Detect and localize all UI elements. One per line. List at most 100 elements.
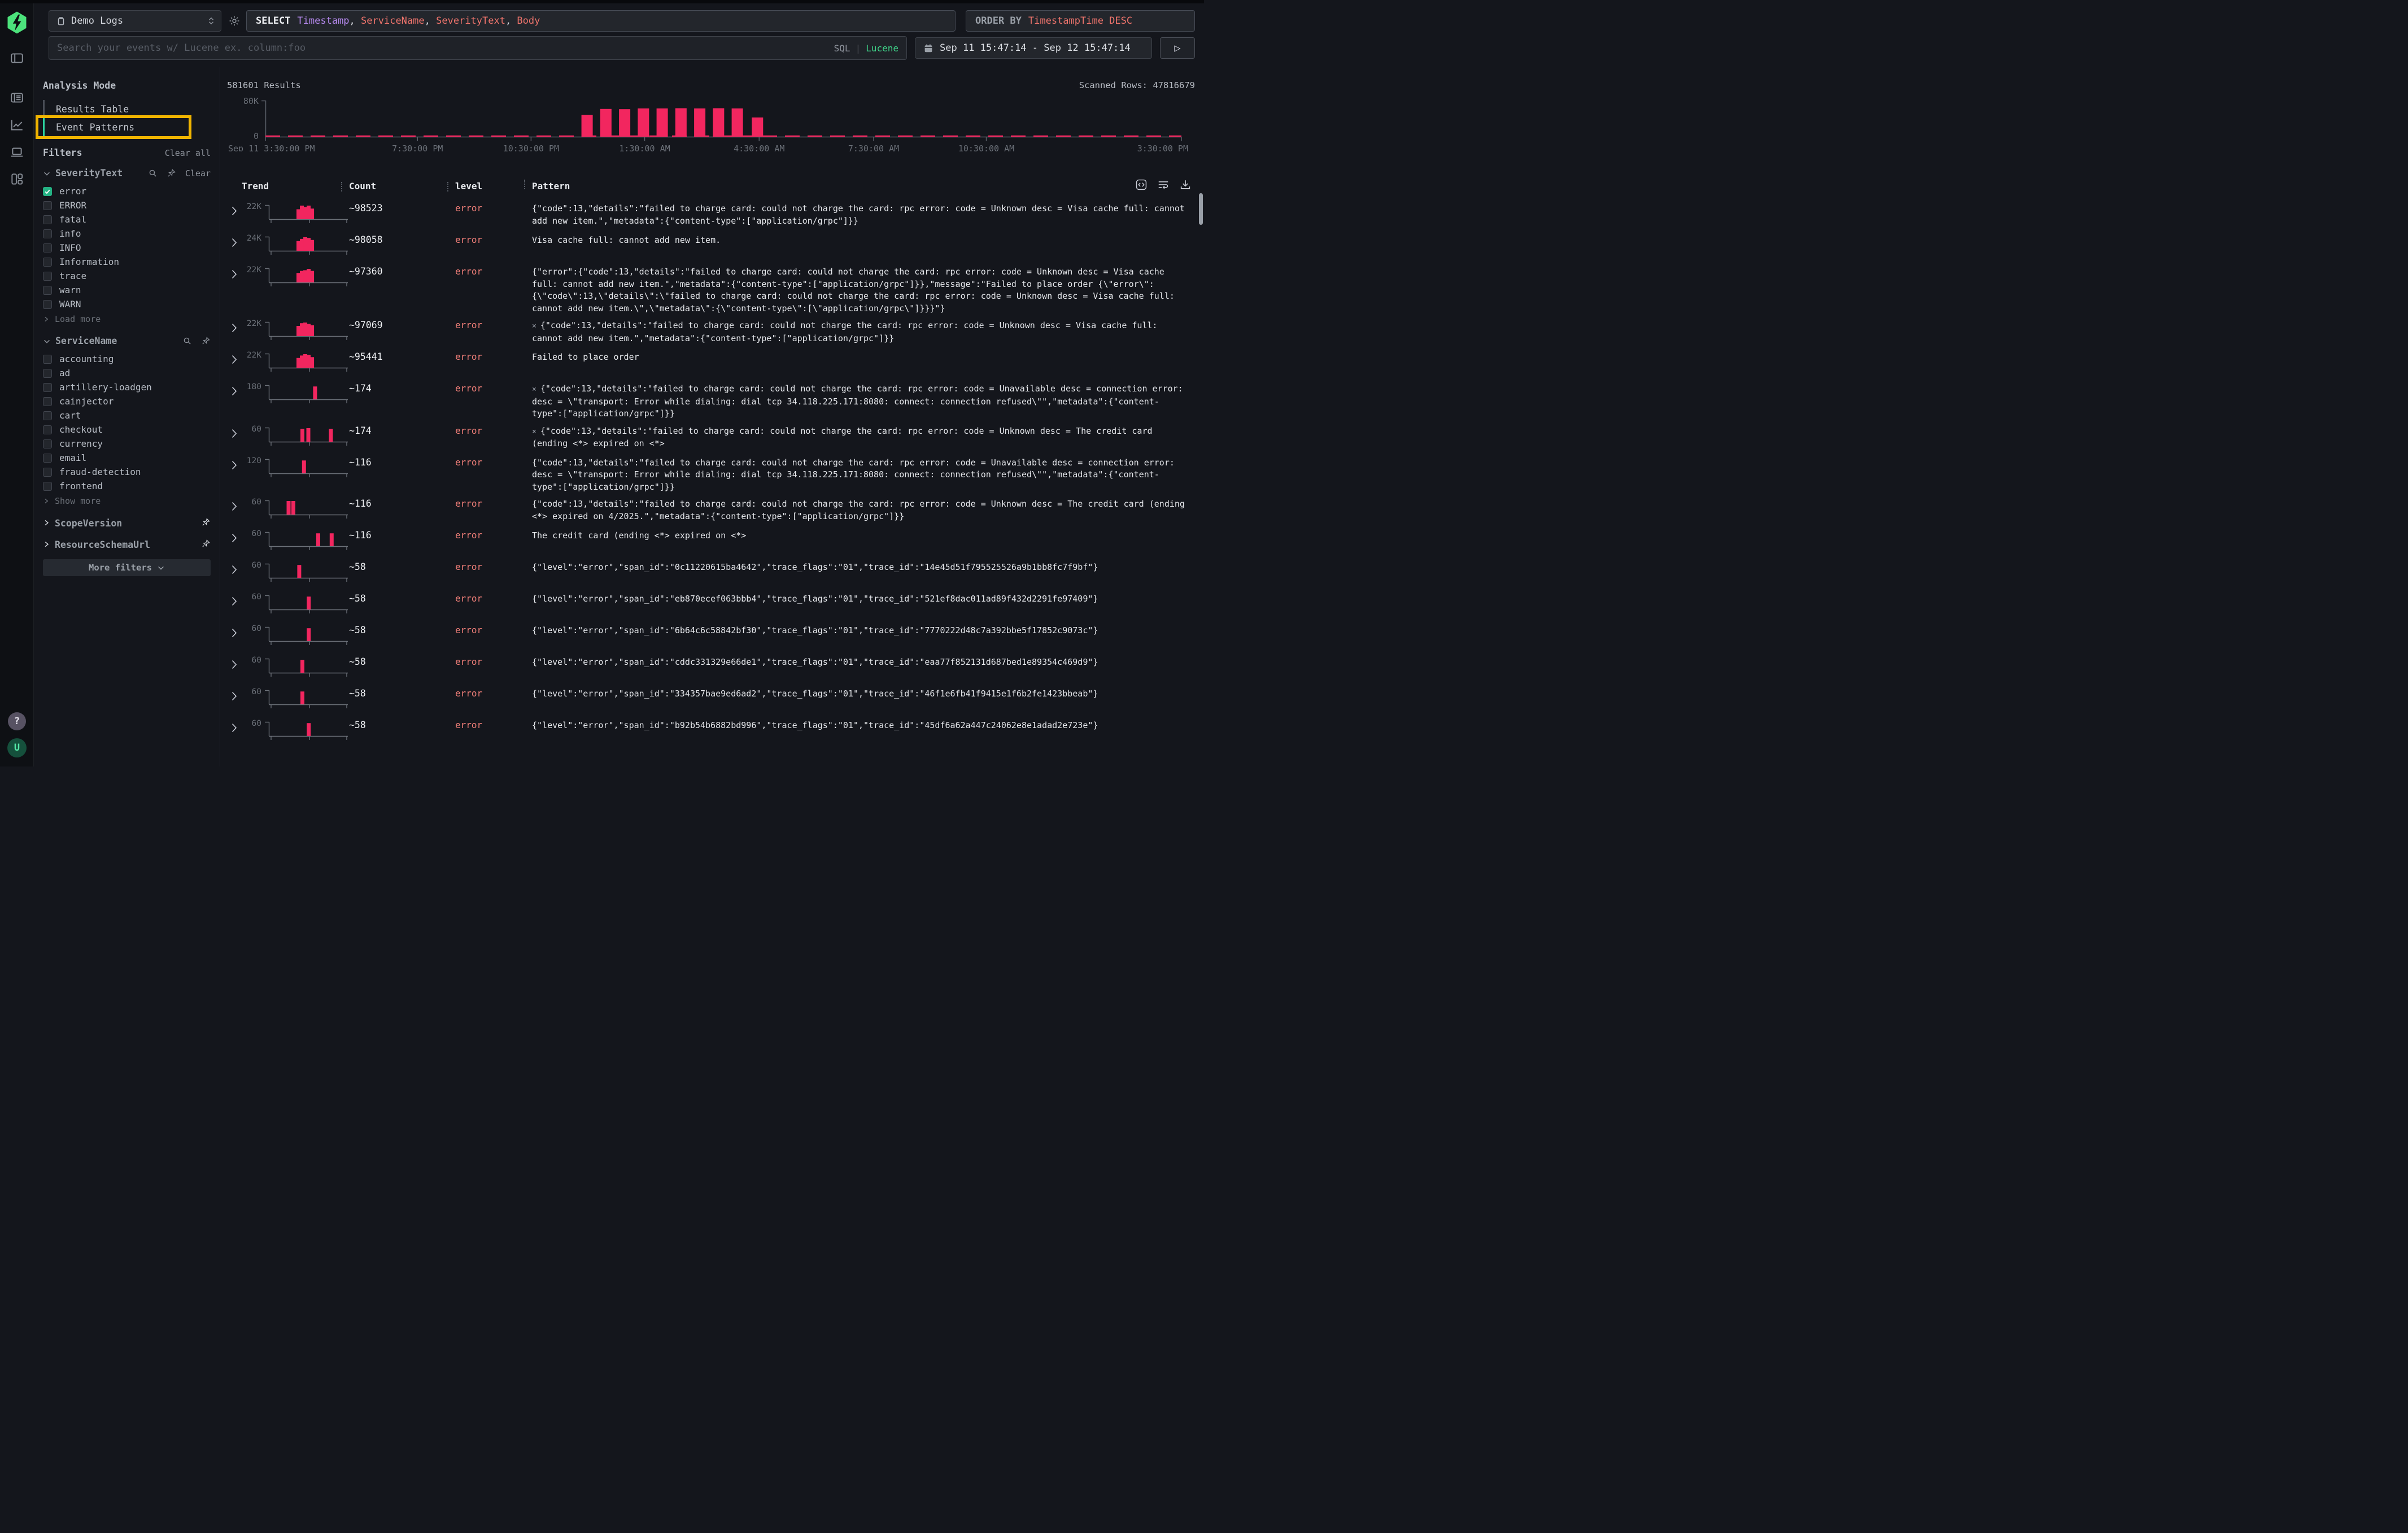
expand-row-chevron-icon[interactable]: [227, 206, 244, 216]
severity-checkbox[interactable]: [43, 229, 52, 238]
table-row[interactable]: 60~116errorThe credit card (ending <*> e…: [227, 525, 1195, 556]
pattern-text[interactable]: {"code":13,"details":"failed to charge c…: [532, 203, 1195, 227]
table-row[interactable]: 120~116error{"code":13,"details":"failed…: [227, 452, 1195, 494]
expand-row-chevron-icon[interactable]: [227, 238, 244, 247]
pattern-text[interactable]: Failed to place order: [532, 351, 1195, 364]
pattern-text[interactable]: {"error":{"code":13,"details":"failed to…: [532, 266, 1195, 315]
filter-option-info[interactable]: info: [43, 227, 211, 241]
source-settings-button[interactable]: [228, 15, 241, 27]
service-checkbox[interactable]: [43, 411, 52, 420]
service-checkbox[interactable]: [43, 383, 52, 392]
service-checkbox[interactable]: [43, 482, 52, 491]
expand-row-chevron-icon[interactable]: [227, 460, 244, 470]
table-row[interactable]: 22K~97069error×{"code":13,"details":"fai…: [227, 315, 1195, 346]
app-logo-icon[interactable]: [7, 11, 27, 36]
filter-option-ad[interactable]: ad: [43, 366, 211, 380]
pattern-text[interactable]: {"level":"error","span_id":"6b64c6c58842…: [532, 625, 1195, 637]
pin-icon[interactable]: [167, 168, 176, 178]
filter-option-ERROR[interactable]: ERROR: [43, 198, 211, 212]
expand-row-chevron-icon[interactable]: [227, 502, 244, 511]
column-header-trend[interactable]: Trend: [242, 181, 349, 191]
search-icon[interactable]: [148, 168, 158, 178]
mode-toggle-lucene[interactable]: Lucene: [866, 43, 898, 54]
severity-group-header[interactable]: SeverityText Clear: [43, 168, 211, 178]
mode-toggle-sql[interactable]: SQL: [834, 43, 850, 54]
events-histogram[interactable]: 80K0Sep 11 3:30:00 PM7:30:00 PM10:30:00 …: [227, 95, 1195, 154]
column-header-level[interactable]: level: [455, 181, 532, 191]
service-checkbox[interactable]: [43, 425, 52, 434]
pin-icon[interactable]: [201, 336, 211, 346]
severity-checkbox[interactable]: [43, 187, 52, 196]
client-sessions-icon[interactable]: [10, 145, 24, 159]
pattern-text[interactable]: {"code":13,"details":"failed to charge c…: [532, 457, 1195, 494]
filter-option-cart[interactable]: cart: [43, 408, 211, 423]
filter-option-currency[interactable]: currency: [43, 437, 211, 451]
sql-select-editor[interactable]: SELECT Timestamp, ServiceName, SeverityT…: [246, 10, 956, 32]
column-header-count[interactable]: Count: [349, 181, 455, 191]
view-code-icon[interactable]: [1135, 178, 1148, 193]
severity-checkbox[interactable]: [43, 272, 52, 281]
pin-icon[interactable]: [201, 517, 211, 529]
service-checkbox[interactable]: [43, 397, 52, 406]
pattern-text[interactable]: {"level":"error","span_id":"eb870ecef063…: [532, 593, 1195, 606]
severity-checkbox[interactable]: [43, 215, 52, 224]
severity-checkbox[interactable]: [43, 201, 52, 210]
severity-checkbox[interactable]: [43, 286, 52, 295]
filter-option-INFO[interactable]: INFO: [43, 241, 211, 255]
run-query-button[interactable]: ▷: [1160, 37, 1195, 59]
service-checkbox[interactable]: [43, 439, 52, 448]
table-row[interactable]: 60~174error×{"code":13,"details":"failed…: [227, 420, 1195, 452]
dashboards-icon[interactable]: [10, 172, 24, 186]
expand-row-chevron-icon[interactable]: [227, 355, 244, 364]
expand-row-chevron-icon[interactable]: [227, 429, 244, 438]
filter-option-WARN[interactable]: WARN: [43, 297, 211, 311]
pattern-text[interactable]: {"level":"error","span_id":"cddc331329e6…: [532, 656, 1195, 669]
table-row[interactable]: 60~58error{"level":"error","span_id":"6b…: [227, 620, 1195, 651]
resourceschemaurl-group-header[interactable]: ResourceSchemaUrl: [43, 539, 211, 551]
filter-option-cainjector[interactable]: cainjector: [43, 394, 211, 408]
expand-row-chevron-icon[interactable]: [227, 660, 244, 669]
help-button[interactable]: ?: [8, 712, 26, 730]
pattern-text[interactable]: Visa cache full: cannot add new item.: [532, 234, 1195, 247]
table-scrollbar-thumb[interactable]: [1199, 193, 1203, 225]
severity-load-more[interactable]: Load more: [43, 312, 211, 326]
expand-row-chevron-icon[interactable]: [227, 596, 244, 606]
more-filters-button[interactable]: More filters: [43, 559, 211, 576]
table-row[interactable]: 22K~98523error{"code":13,"details":"fail…: [227, 198, 1195, 229]
filter-option-accounting[interactable]: accounting: [43, 352, 211, 366]
table-row[interactable]: 60~58error{"level":"error","span_id":"b9…: [227, 715, 1195, 746]
sidebar-item-results-table[interactable]: Results Table: [43, 100, 211, 118]
service-checkbox[interactable]: [43, 468, 52, 477]
filter-option-fatal[interactable]: fatal: [43, 212, 211, 227]
severity-checkbox[interactable]: [43, 258, 52, 267]
table-row[interactable]: 22K~95441errorFailed to place order: [227, 346, 1195, 378]
order-by-editor[interactable]: ORDER BY TimestampTime DESC: [966, 10, 1195, 32]
service-group-header[interactable]: ServiceName: [43, 336, 211, 346]
pattern-text[interactable]: {"level":"error","span_id":"0c11220615ba…: [532, 561, 1195, 574]
filter-option-error[interactable]: error: [43, 184, 211, 198]
clear-all-link[interactable]: Clear all: [165, 148, 211, 158]
download-icon[interactable]: [1179, 178, 1192, 193]
expand-row-chevron-icon[interactable]: [227, 691, 244, 701]
pin-icon[interactable]: [201, 539, 211, 551]
service-show-more[interactable]: Show more: [43, 494, 211, 508]
table-row[interactable]: 60~116error{"code":13,"details":"failed …: [227, 493, 1195, 525]
service-checkbox[interactable]: [43, 454, 52, 463]
expand-row-chevron-icon[interactable]: [227, 269, 244, 279]
chart-explorer-icon[interactable]: [10, 117, 24, 132]
table-row[interactable]: 24K~98058errorVisa cache full: cannot ad…: [227, 229, 1195, 261]
date-range-picker[interactable]: Sep 11 15:47:14 - Sep 12 15:47:14: [915, 37, 1152, 59]
expand-row-chevron-icon[interactable]: [227, 628, 244, 638]
filter-option-warn[interactable]: warn: [43, 283, 211, 297]
filter-option-fraud-detection[interactable]: fraud-detection: [43, 465, 211, 479]
severity-checkbox[interactable]: [43, 300, 52, 309]
scopeversion-group-header[interactable]: ScopeVersion: [43, 517, 211, 529]
source-select[interactable]: Demo Logs: [49, 10, 221, 32]
pattern-text[interactable]: The credit card (ending <*> expired on <…: [532, 530, 1195, 542]
pattern-text[interactable]: {"level":"error","span_id":"334357bae9ed…: [532, 688, 1195, 700]
table-row[interactable]: 60~58error{"level":"error","span_id":"0c…: [227, 556, 1195, 588]
filter-option-checkout[interactable]: checkout: [43, 423, 211, 437]
severity-clear-link[interactable]: Clear: [185, 168, 211, 178]
expand-row-chevron-icon[interactable]: [227, 386, 244, 396]
sidebar-item-event-patterns[interactable]: Event Patterns: [43, 118, 211, 136]
